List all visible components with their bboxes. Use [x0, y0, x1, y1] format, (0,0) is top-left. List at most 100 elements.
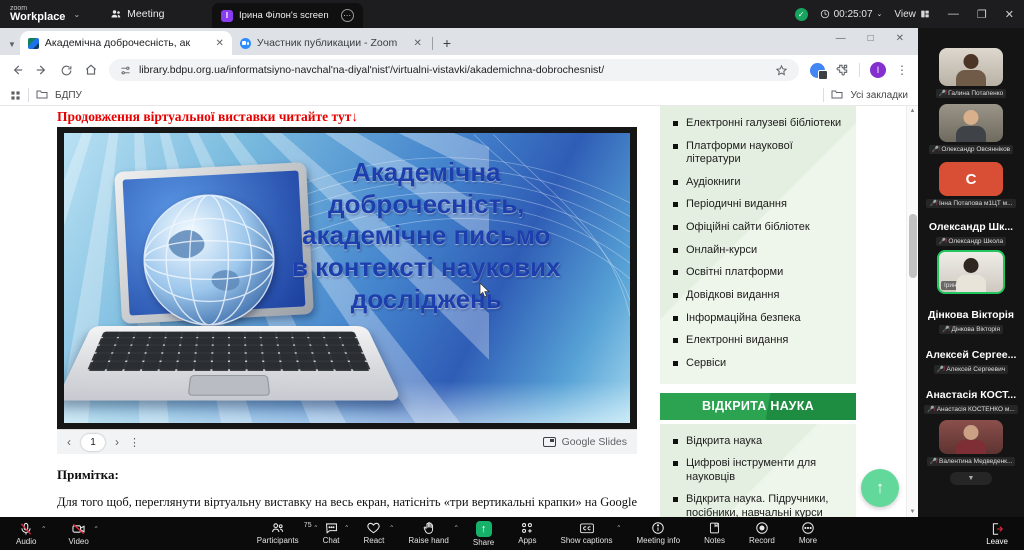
participant-video[interactable] — [939, 48, 1003, 86]
scroll-down-arrow[interactable]: ▼ — [910, 509, 916, 515]
chevron-down-icon: ⌄ — [877, 10, 883, 18]
participant-avatar[interactable]: C — [939, 162, 1003, 196]
sidebar-link[interactable]: Платформи наукової літератури — [672, 140, 844, 166]
audio-button[interactable]: Audio⌃ — [16, 522, 36, 546]
participant-video[interactable] — [939, 104, 1003, 142]
browser-tab-active[interactable]: Академічна доброчесність, ак ✕ — [20, 31, 232, 55]
minimize-button[interactable]: — — [836, 33, 846, 44]
video-button[interactable]: Video⌃ — [68, 522, 88, 546]
view-button[interactable]: View — [894, 9, 930, 20]
back-button[interactable] — [10, 63, 24, 77]
captions-button[interactable]: Show captions⌃ — [560, 521, 612, 547]
participant-video[interactable] — [939, 420, 1003, 454]
maximize-button[interactable]: ❐ — [977, 8, 987, 21]
minimize-button[interactable]: — — [948, 8, 959, 20]
participant-name[interactable]: Олександр Шк... — [929, 221, 1013, 233]
chevron-icon[interactable]: ⌃ — [389, 524, 394, 532]
participant-label: Ірина Філон — [941, 281, 983, 290]
participant-name[interactable]: Дінкова Вікторія — [928, 309, 1014, 321]
close-button[interactable]: ✕ — [896, 33, 904, 44]
chevron-icon[interactable]: ⌃ — [453, 524, 458, 532]
shared-screen-tab[interactable]: І Ірина Філон's screen ⋯ — [212, 3, 363, 28]
all-bookmarks-label[interactable]: Усі закладки — [850, 90, 908, 101]
maximize-button[interactable]: □ — [868, 33, 874, 44]
sidebar-link[interactable]: Електронні видання — [672, 334, 844, 347]
tab-more-icon[interactable]: ⋯ — [341, 9, 354, 22]
open-science-header: ВІДКРИТА НАУКА — [660, 393, 856, 420]
participant-name[interactable]: Анастасія КОСТ... — [926, 389, 1016, 401]
chevron-icon[interactable]: ⌃ — [93, 525, 98, 533]
sidebar-link[interactable]: Цифрові інструменти для науковців — [672, 457, 844, 483]
chevron-icon[interactable]: ⌃ — [313, 524, 318, 532]
sidebar-link[interactable]: Офіційні сайти бібліотек — [672, 221, 844, 234]
chat-button[interactable]: Chat⌃ — [323, 521, 340, 547]
home-button[interactable] — [84, 63, 98, 77]
google-slides-link[interactable]: Google Slides — [543, 436, 627, 448]
close-tab-icon[interactable]: ✕ — [216, 38, 224, 49]
slide-canvas[interactable]: Академічна доброчесність, академічне пис… — [64, 133, 630, 423]
apps-button[interactable]: Apps — [518, 521, 536, 547]
extension-icon[interactable] — [810, 63, 825, 78]
sidebar-link[interactable]: Онлайн-курси — [672, 244, 844, 257]
notes-button[interactable]: Notes — [704, 521, 725, 547]
share-button[interactable]: ↑ Share — [473, 521, 494, 547]
active-speaker-video[interactable]: Ірина Філон — [937, 250, 1005, 294]
camera-muted-icon — [71, 522, 86, 536]
sidebar-link[interactable]: Періодичні видання — [672, 198, 844, 211]
apps-grid-icon[interactable] — [10, 90, 21, 101]
leave-button[interactable]: Leave — [986, 522, 1008, 546]
sidebar-link[interactable]: Інформаційна безпека — [672, 312, 844, 325]
reload-button[interactable] — [60, 64, 73, 77]
chevron-down-icon[interactable]: ⌄ — [73, 10, 80, 19]
chevron-icon[interactable]: ⌃ — [616, 524, 621, 532]
bookmarks-bar: БДПУ Усі закладки — [0, 85, 918, 106]
prev-slide-button[interactable]: ‹ — [67, 435, 71, 449]
sidebar-link[interactable]: Аудіокниги — [672, 176, 844, 189]
raise-hand-icon — [422, 521, 436, 535]
next-slide-button[interactable]: › — [115, 435, 119, 449]
sidebar-link[interactable]: Відкрита наука. Підручники, посібники, н… — [672, 493, 844, 517]
meeting-tab[interactable]: Meeting — [110, 8, 164, 20]
scroll-to-top-button[interactable]: ↑ — [861, 469, 899, 507]
sidebar-link[interactable]: Відкрита наука — [672, 435, 844, 448]
scrollbar-thumb[interactable] — [909, 214, 917, 278]
forward-button[interactable] — [35, 63, 49, 77]
scroll-up-arrow[interactable]: ▲ — [910, 108, 916, 114]
record-button[interactable]: Record — [749, 521, 775, 547]
participant-name[interactable]: Алексей Сергее... — [926, 349, 1017, 361]
muted-mic-icon: 🎤̸ — [937, 367, 944, 373]
browser-tab-zoom[interactable]: Участник публикации - Zoom ✕ — [232, 31, 430, 55]
slides-embed-frame: Академічна доброчесність, академічне пис… — [57, 127, 637, 429]
extensions-puzzle-icon[interactable] — [835, 63, 849, 77]
browser-menu-icon[interactable]: ⋮ — [896, 63, 908, 77]
sidebar-link[interactable]: Довідкові видання — [672, 289, 844, 302]
slide-column: Академічна доброчесність, академічне пис… — [57, 127, 637, 517]
tab-search-icon[interactable]: ▼ — [8, 40, 16, 49]
meeting-timer[interactable]: 00:25:07 ⌄ — [820, 9, 883, 20]
sidebar-link[interactable]: Освітні платформи — [672, 266, 844, 279]
chevron-icon[interactable]: ⌃ — [344, 524, 349, 532]
participants-button[interactable]: Participants 75 ⌃ — [257, 521, 299, 547]
bookmark-star-icon[interactable] — [775, 64, 788, 77]
zoom-favicon — [240, 38, 251, 49]
new-tab-button[interactable]: + — [443, 35, 451, 51]
chevron-icon[interactable]: ⌃ — [41, 525, 46, 533]
slides-menu-icon[interactable]: ⋮ — [129, 436, 140, 449]
raise-hand-button[interactable]: Raise hand⌃ — [408, 521, 448, 547]
panel-collapse-chevron[interactable]: ▼ — [950, 472, 992, 485]
meeting-info-button[interactable]: Meeting info — [637, 521, 681, 547]
exhibition-continue-link[interactable]: Продовження віртуальної виставки читайте… — [57, 109, 358, 125]
security-shield-icon[interactable]: ✓ — [795, 8, 808, 21]
react-button[interactable]: React⌃ — [364, 521, 385, 547]
close-button[interactable]: ✕ — [1005, 8, 1014, 21]
address-bar[interactable]: library.bdpu.org.ua/informatsiyno-navcha… — [109, 59, 799, 81]
page-scrollbar[interactable]: ▲ ▼ — [906, 106, 918, 517]
sidebar-link[interactable]: Електронні галузеві бібліотеки — [672, 117, 844, 130]
sidebar-link[interactable]: Сервіси — [672, 357, 844, 370]
divider — [823, 88, 824, 102]
bookmark-folder-label[interactable]: БДПУ — [55, 90, 82, 101]
profile-avatar[interactable]: І — [870, 62, 886, 78]
more-button[interactable]: More — [799, 521, 817, 547]
muted-mic-icon: 🎤̸ — [930, 459, 937, 465]
close-tab-icon[interactable]: ✕ — [414, 38, 422, 49]
